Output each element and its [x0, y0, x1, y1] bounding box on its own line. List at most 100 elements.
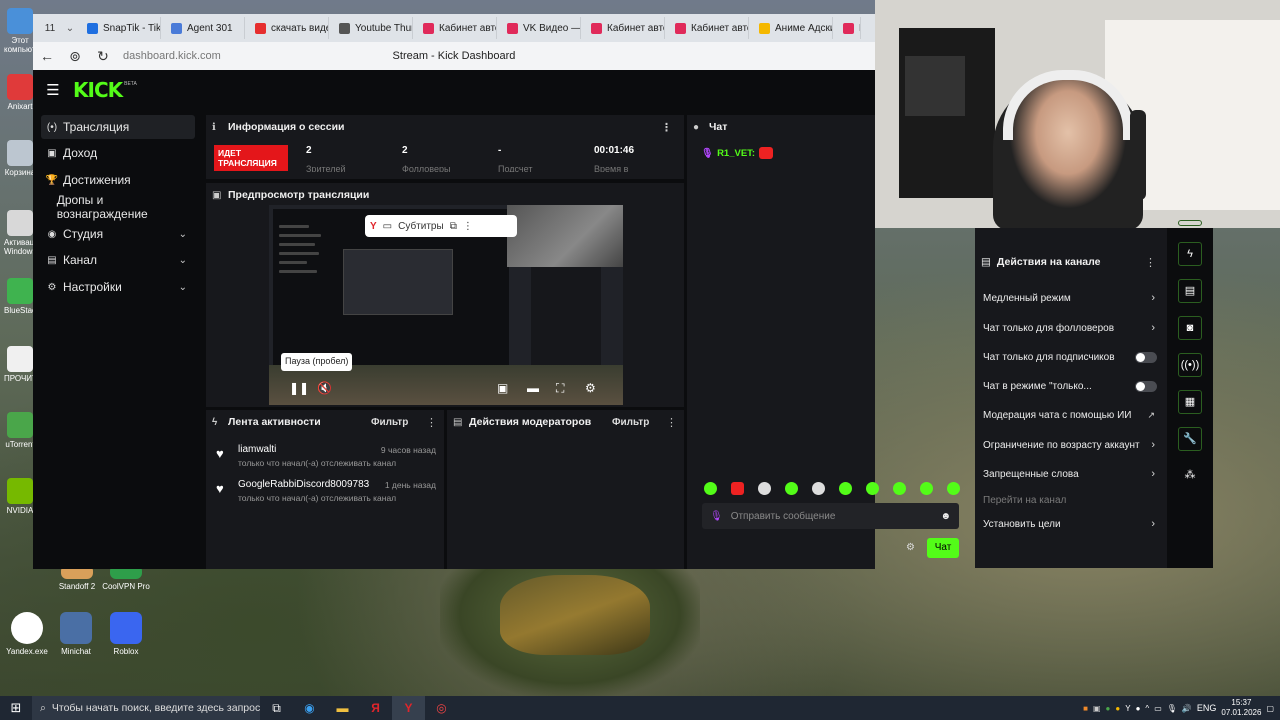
emote-icon[interactable]: [731, 482, 744, 495]
emote-icon[interactable]: [758, 482, 771, 495]
mod-menu-icon[interactable]: ⋮: [666, 416, 677, 429]
fullscreen-icon[interactable]: ⛶: [556, 381, 564, 396]
desktop-icon-bluestacks[interactable]: BlueStacks: [4, 278, 44, 315]
sidebar-item[interactable]: ◉ Студия ⌄: [41, 222, 195, 246]
chat-message-input[interactable]: 🎙 Отправить сообщение ☻: [702, 503, 959, 529]
pip-control-icon[interactable]: ▣: [497, 381, 508, 395]
tray-app-icon[interactable]: ●: [1106, 704, 1111, 713]
emote-icon[interactable]: [947, 482, 960, 495]
url-field[interactable]: dashboard.kick.com: [123, 50, 323, 62]
inbox-icon[interactable]: ▦: [1178, 390, 1202, 414]
notifications-icon[interactable]: ▢: [1266, 704, 1274, 713]
channel-action-item[interactable]: Чат в режиме "только...: [983, 378, 1161, 394]
sidebar-item[interactable]: 🏆 Достижения: [41, 168, 195, 192]
channel-actions-menu-icon[interactable]: ⋮: [1145, 256, 1156, 269]
channel-action-item[interactable]: Запрещенные слова ›: [983, 466, 1161, 482]
sidebar-item[interactable]: Дропы и вознаграждение: [41, 193, 195, 221]
desktop-icon-anixart[interactable]: Anixart: [4, 74, 36, 111]
tray-app-icon[interactable]: ▣: [1093, 704, 1101, 713]
desktop-icon-recycle-bin[interactable]: Корзина: [4, 140, 36, 177]
mute-icon[interactable]: 🔇: [317, 381, 332, 395]
yandex-music-icon[interactable]: Я: [359, 696, 392, 720]
desktop-icon-this-pc[interactable]: Этот компьютер: [4, 8, 44, 54]
channel-action-item[interactable]: Чат только для фолловеров ›: [983, 320, 1161, 336]
edge-icon[interactable]: ◉: [293, 696, 326, 720]
yandex-browser-icon[interactable]: Y: [392, 696, 425, 720]
follower-name[interactable]: GoogleRabbiDiscord8009783: [238, 479, 369, 490]
activity-filter-button[interactable]: Фильтр: [371, 417, 408, 428]
channel-action-item[interactable]: Чат только для подписчиков: [983, 349, 1161, 365]
menu-icon[interactable]: ☰: [33, 81, 73, 99]
broadcast-icon[interactable]: ((•)): [1178, 353, 1202, 377]
kick-logo[interactable]: KICK: [73, 78, 123, 102]
desktop-icon-readme[interactable]: ПРОЧИТ: [4, 346, 37, 383]
sidebar-item[interactable]: (•) Трансляция: [41, 115, 195, 139]
chat-bubble-icon[interactable]: ◙: [1178, 316, 1202, 340]
channel-action-item[interactable]: Перейти на канал: [983, 492, 1161, 508]
pause-icon[interactable]: ❚❚: [289, 381, 309, 395]
sidebar-item[interactable]: ▣ Доход: [41, 141, 195, 165]
browser-tab[interactable]: VK Видео — с: [501, 17, 581, 39]
chat-username[interactable]: R1_VET:: [717, 148, 755, 159]
browser-tab[interactable]: Аниме Адски: [753, 17, 833, 39]
lightning-action-icon[interactable]: ϟ: [1178, 242, 1202, 266]
desktop-icon-nvidia[interactable]: NVIDIA: [4, 478, 36, 515]
desktop-icon-roblox[interactable]: Roblox: [95, 612, 157, 656]
emote-icon[interactable]: [866, 482, 879, 495]
windows-start-icon[interactable]: ⊞: [0, 700, 32, 716]
channel-action-item[interactable]: Ограничение по возрасту аккаунт ›: [983, 437, 1161, 453]
browser-tab[interactable]: Youtube Thum: [333, 17, 413, 39]
channel-action-item[interactable]: Медленный режим ›: [983, 290, 1161, 306]
wrench-icon[interactable]: 🔧: [1178, 427, 1202, 451]
browser-tab[interactable]: Agent 301: [165, 17, 245, 39]
activity-menu-icon[interactable]: ⋮: [426, 416, 437, 429]
browser-tab[interactable]: П: [837, 17, 861, 39]
network-icon[interactable]: ▭: [1154, 704, 1162, 713]
tray-app-icon[interactable]: ■: [1083, 704, 1088, 713]
emoji-icon[interactable]: ☻: [940, 511, 951, 522]
emote-icon[interactable]: [839, 482, 852, 495]
taskbar-clock[interactable]: 15:37 07.01.2026: [1221, 698, 1261, 718]
chat-settings-icon[interactable]: ⚙: [906, 542, 915, 553]
tray-app-icon[interactable]: ●: [1136, 704, 1141, 713]
add-widget-icon[interactable]: ⁂: [1178, 464, 1202, 488]
browser-tab[interactable]: Кабинет авто: [669, 17, 749, 39]
follower-name[interactable]: liamwalti: [238, 444, 276, 455]
browser-tab[interactable]: скачать виде: [249, 17, 329, 39]
tab-count-button[interactable]: 11: [37, 18, 63, 38]
browser-tab[interactable]: SnapTik - TikT: [81, 17, 161, 39]
obs-icon[interactable]: ◎: [425, 696, 458, 720]
task-view-icon[interactable]: ⧉: [260, 696, 293, 720]
subtitles-button[interactable]: Субтитры: [398, 221, 444, 232]
theater-icon[interactable]: ▬: [527, 381, 539, 395]
settings-gear-icon[interactable]: ⚙: [585, 381, 596, 395]
sidebar-item[interactable]: ▤ Канал ⌄: [41, 248, 195, 272]
toggle-switch[interactable]: [1135, 380, 1157, 392]
emote-icon[interactable]: [704, 482, 717, 495]
security-icon[interactable]: ⊚: [61, 48, 89, 65]
taskbar-search[interactable]: ⌕ Чтобы начать поиск, введите здесь запр…: [32, 696, 260, 720]
back-arrow-icon[interactable]: ←: [33, 48, 61, 64]
emote-icon[interactable]: [812, 482, 825, 495]
volume-icon[interactable]: 🔊: [1182, 704, 1192, 713]
emote-icon[interactable]: [920, 482, 933, 495]
sidebar-item[interactable]: ⚙ Настройки ⌄: [41, 275, 195, 299]
reload-icon[interactable]: ↻: [89, 48, 117, 65]
tray-app-icon[interactable]: ●: [1115, 704, 1120, 713]
collapse-icon[interactable]: [1178, 220, 1202, 226]
tray-expand-icon[interactable]: ^: [1145, 704, 1149, 713]
toggle-switch[interactable]: [1135, 351, 1157, 363]
chat-send-button[interactable]: Чат: [927, 538, 959, 558]
microphone-tray-icon[interactable]: 🎙: [1167, 704, 1177, 713]
desktop-icon-utorrent[interactable]: uTorrent: [4, 412, 36, 449]
browser-tab[interactable]: Кабинет авто: [585, 17, 665, 39]
language-indicator[interactable]: ENG: [1197, 703, 1217, 713]
document-icon[interactable]: ▤: [1178, 279, 1202, 303]
channel-action-item[interactable]: Установить цели ›: [983, 516, 1161, 532]
tray-app-icon[interactable]: Y: [1125, 704, 1130, 713]
desktop-icon-activation[interactable]: Активация Windows: [4, 210, 43, 256]
stream-preview-video[interactable]: Y ▭ Субтитры ⧉ ⋮ Пауза (пробел) ❚❚ 🔇 ▣ ▬…: [269, 205, 623, 405]
tab-list-chevron-icon[interactable]: ⌄: [63, 23, 77, 34]
browser-tab[interactable]: Кабинет авто: [417, 17, 497, 39]
channel-action-item[interactable]: Модерация чата с помощью ИИ ↗: [983, 407, 1161, 423]
